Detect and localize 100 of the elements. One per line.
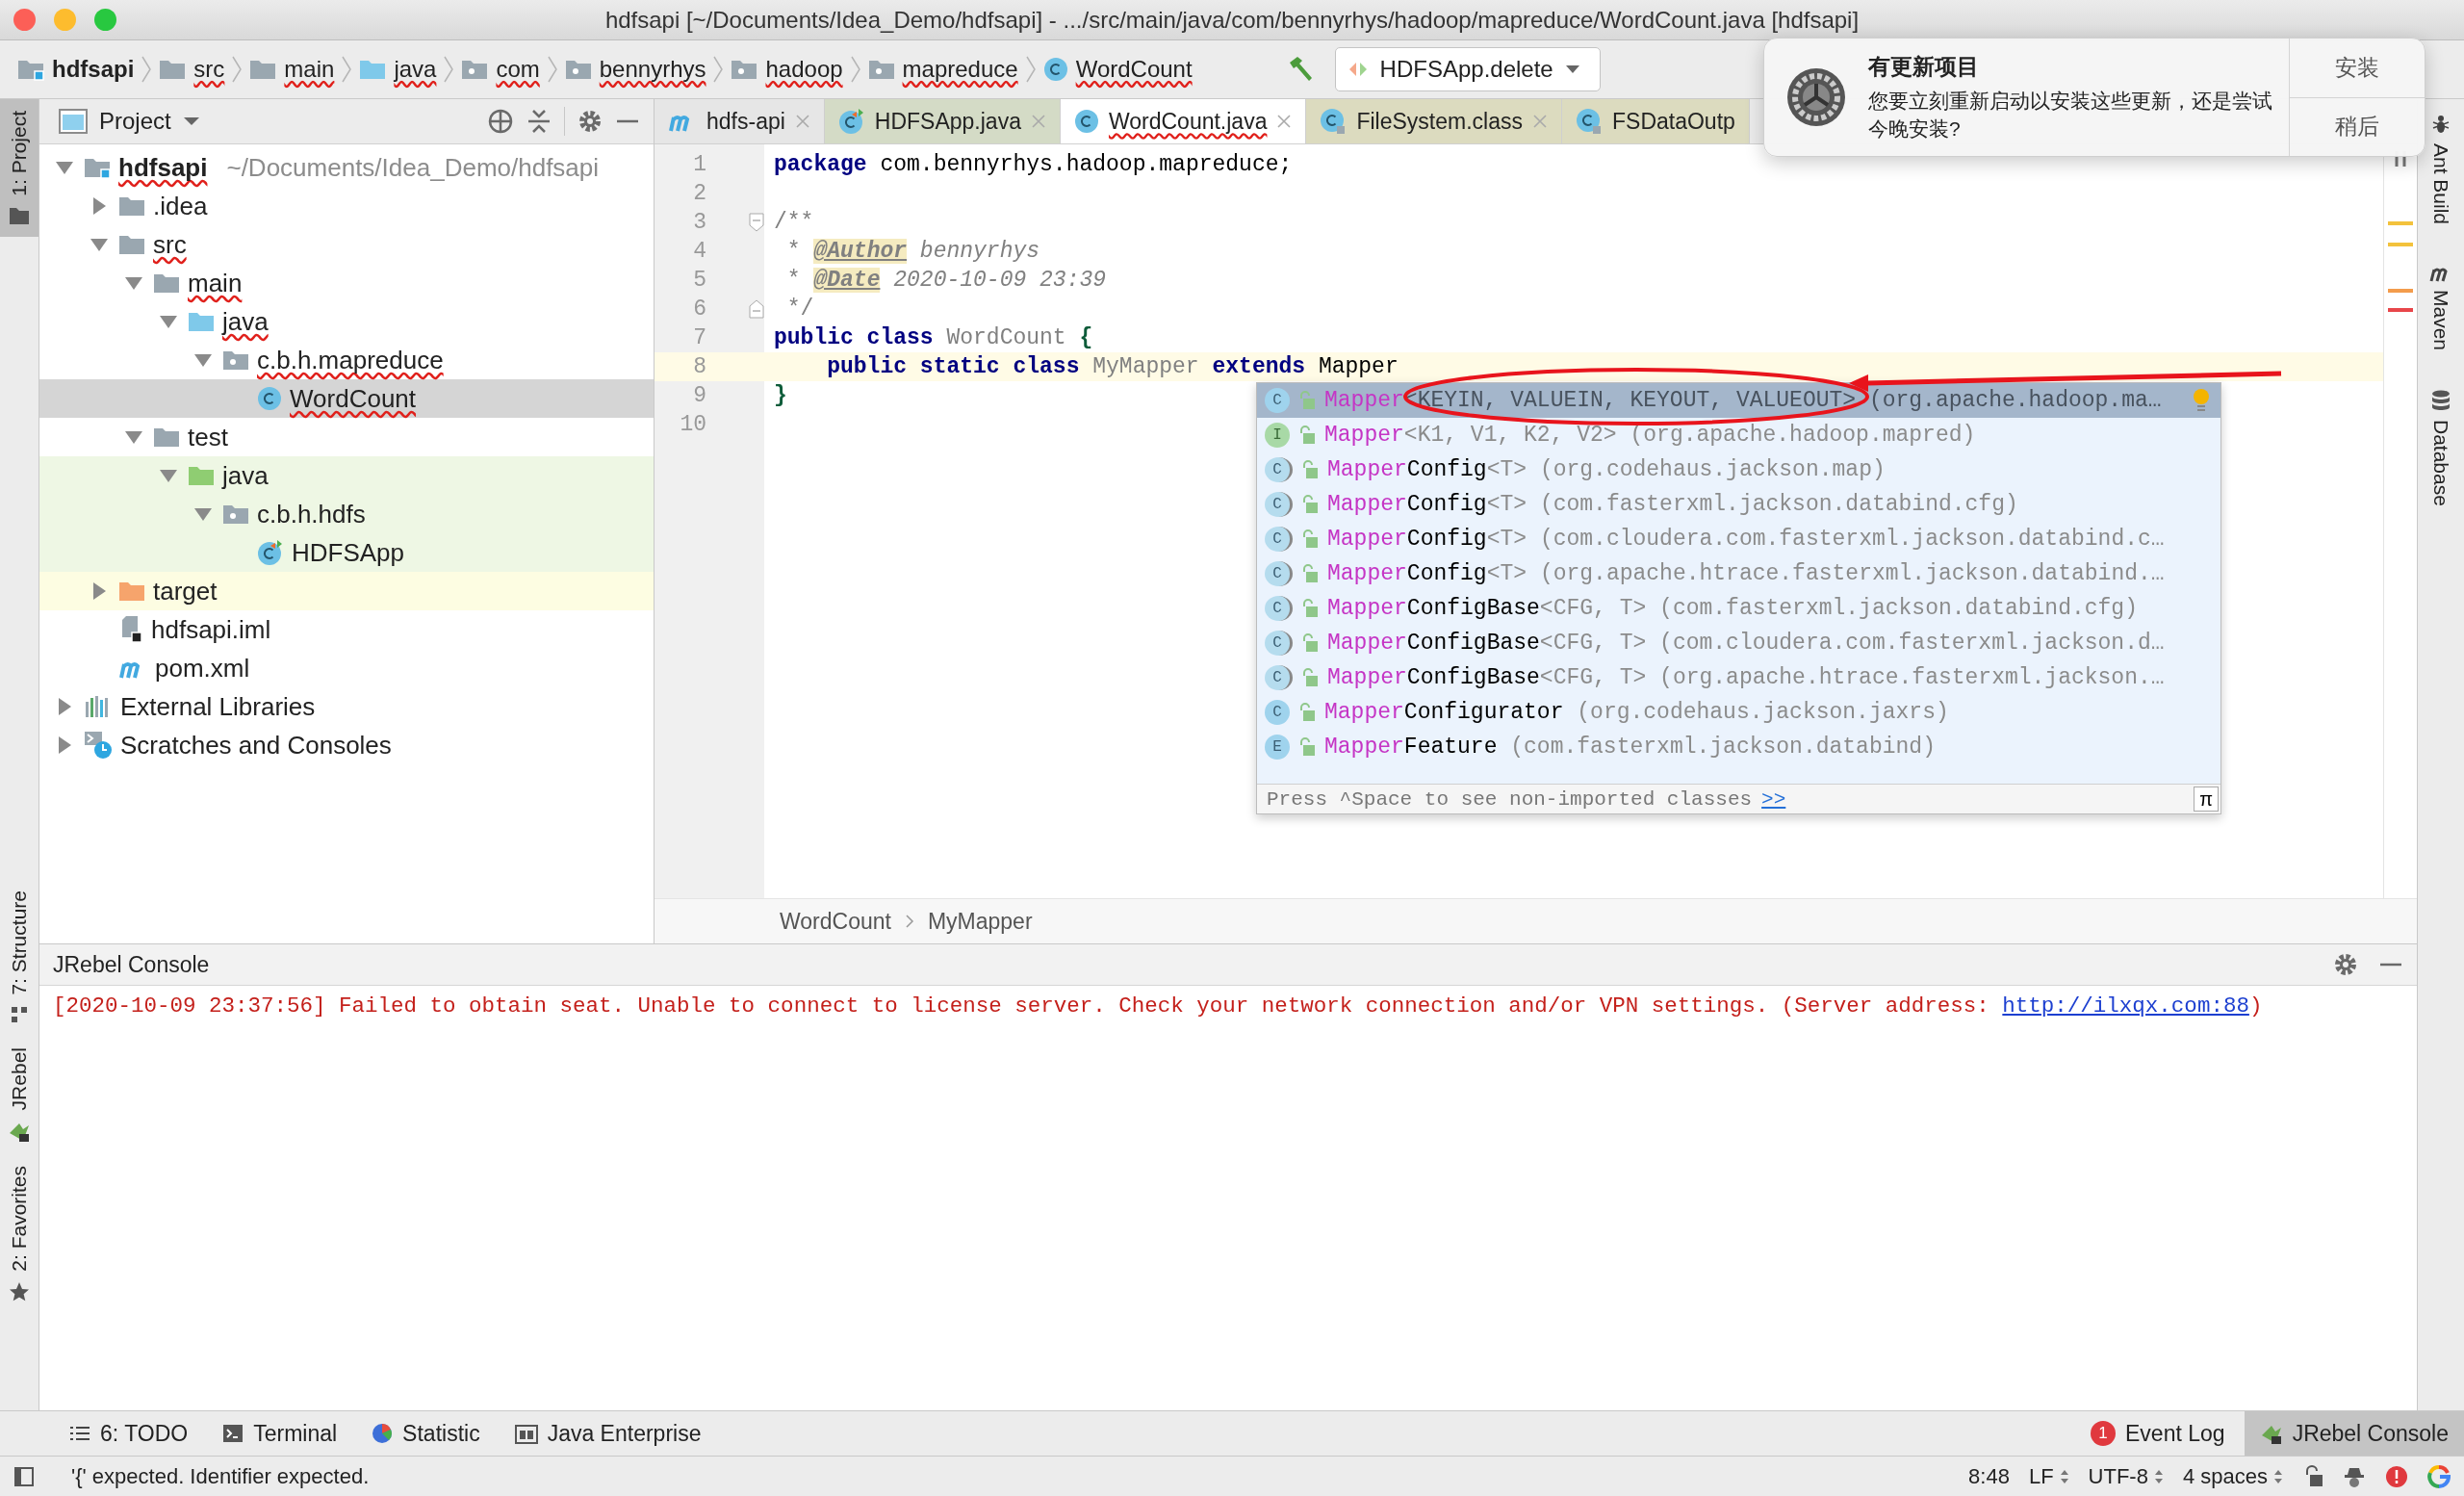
more-link[interactable]: >>	[1761, 787, 1786, 811]
suggestion-item[interactable]: C MapperConfigurator (org.codehaus.jackson.jaxrs)	[1257, 695, 2220, 730]
suggestion-item[interactable]: E MapperFeature (com.fasterxml.jackson.databind)	[1257, 730, 2220, 764]
tree-item[interactable]: HDFSApp	[39, 533, 654, 572]
lock-icon	[1297, 736, 1317, 758]
tree-item[interactable]: hdfsapi.iml	[39, 610, 654, 649]
breadcrumb-item[interactable]: WordCount	[1042, 56, 1193, 83]
tree-item[interactable]: WordCount	[39, 379, 654, 418]
run-configuration-dropdown[interactable]: HDFSApp.delete	[1334, 47, 1601, 91]
editor-tab[interactable]: FileSystem.class	[1306, 99, 1562, 143]
tool-tab[interactable]: Terminal	[207, 1411, 353, 1456]
code-line: * @Author bennyrhys	[785, 239, 1040, 264]
collapse-arrow-icon[interactable]	[193, 352, 213, 368]
breadcrumb-item[interactable]: main	[249, 56, 335, 83]
breadcrumb-item[interactable]: hdfsapi	[17, 56, 135, 83]
breadcrumb-item[interactable]: mapreduce	[867, 56, 1018, 83]
tool-window-button[interactable]: 7: Structure	[0, 879, 38, 1036]
tree-item[interactable]: java	[39, 456, 654, 495]
tree-item[interactable]: hdfsapi ~/Documents/Idea_Demo/hdfsapi	[39, 148, 654, 187]
tree-item[interactable]: c.b.h.mapreduce	[39, 341, 654, 379]
caret-icon[interactable]	[182, 116, 200, 126]
collapse-arrow-icon[interactable]	[159, 468, 178, 483]
notification-button[interactable]: 安装	[2290, 39, 2425, 97]
tree-item[interactable]: pom.xml	[39, 649, 654, 687]
suggestion-item[interactable]: I Mapper<K1, V1, K2, V2> (org.apache.hadoop.mapred)	[1257, 418, 2220, 452]
breadcrumb-item[interactable]: com	[461, 56, 540, 83]
expand-arrow-icon[interactable]	[57, 735, 72, 755]
layout-toggle-icon[interactable]	[13, 1465, 35, 1487]
lock-icon	[1300, 667, 1320, 688]
tool-window-button[interactable]: Database	[2429, 389, 2452, 506]
suggestion-item[interactable]: C MapperConfigBase<CFG, T> (org.apache.htrace.fasterxml.jackson.…	[1257, 660, 2220, 695]
suggestion-item[interactable]: C MapperConfigBase<CFG, T> (com.fasterxml.jackson.databind.cfg)	[1257, 591, 2220, 626]
status-item[interactable]: 4 spaces	[2182, 1463, 2283, 1489]
tree-item[interactable]: c.b.h.hdfs	[39, 495, 654, 533]
tree-item[interactable]: Scratches and Consoles	[39, 726, 654, 764]
tool-window-button[interactable]: JRebel	[0, 1035, 38, 1155]
collapse-arrow-icon[interactable]	[124, 429, 143, 445]
tool-window-button[interactable]: 2: Favorites	[0, 1154, 38, 1314]
settings-icon[interactable]	[2332, 951, 2359, 978]
editor-tab[interactable]: WordCount.java	[1060, 99, 1307, 143]
zoom-window-button[interactable]	[94, 9, 116, 31]
tool-window-button[interactable]: 1: Project	[0, 99, 38, 237]
fold-marker-icon[interactable]	[749, 213, 764, 232]
tool-tab[interactable]: 6: TODO	[54, 1411, 204, 1456]
collapse-arrow-icon[interactable]	[159, 314, 178, 329]
expand-arrow-icon[interactable]	[57, 697, 72, 716]
editor-tab[interactable]: hdfs-api	[654, 99, 825, 143]
error-icon[interactable]	[2385, 1464, 2408, 1488]
tool-tab[interactable]: Statistic	[356, 1411, 496, 1456]
tool-tab[interactable]: Java Enterprise	[499, 1411, 717, 1456]
status-item[interactable]: 8:48	[1968, 1463, 2010, 1489]
multicolor-ring-icon[interactable]	[2427, 1464, 2451, 1488]
tree-item[interactable]: src	[39, 225, 654, 264]
tree-item[interactable]: External Libraries	[39, 687, 654, 726]
notification-button[interactable]: 稍后	[2290, 96, 2425, 156]
tool-tab[interactable]: 1 Event Log	[2075, 1411, 2241, 1456]
collapse-arrow-icon[interactable]	[55, 160, 74, 175]
breadcrumb-item[interactable]: WordCount	[780, 908, 891, 935]
breadcrumb-item[interactable]: MyMapper	[927, 908, 1033, 935]
tool-tab[interactable]: JRebel Console	[2244, 1411, 2464, 1456]
suggestion-item[interactable]: C MapperConfig<T> (com.fasterxml.jackson.databind.cfg)	[1257, 487, 2220, 522]
breadcrumb-item[interactable]: hadoop	[731, 56, 843, 83]
breadcrumb-item[interactable]: java	[359, 56, 437, 83]
server-link[interactable]: http://ilxqx.com:88	[2002, 993, 2249, 1019]
tool-window-button[interactable]: Ant Build	[2429, 113, 2452, 225]
collapse-all-icon[interactable]	[526, 108, 552, 135]
suggestion-item[interactable]: C MapperConfigBase<CFG, T> (com.cloudera.com.fasterxml.jackson.d…	[1257, 626, 2220, 660]
close-icon[interactable]	[1276, 114, 1293, 129]
status-item[interactable]: LF	[2028, 1463, 2069, 1489]
panel-title-dropdown[interactable]: Project	[99, 108, 171, 135]
suggestion-item[interactable]: C MapperConfig<T> (org.codehaus.jackson.map)	[1257, 452, 2220, 487]
locate-icon[interactable]	[487, 108, 514, 135]
collapse-arrow-icon[interactable]	[193, 506, 213, 522]
status-item[interactable]: UTF-8	[2088, 1463, 2164, 1489]
collapse-arrow-icon[interactable]	[90, 237, 109, 252]
type-icon: C	[1265, 665, 1293, 690]
collapse-arrow-icon[interactable]	[124, 275, 143, 291]
expand-arrow-icon[interactable]	[91, 196, 107, 216]
expand-arrow-icon[interactable]	[91, 581, 107, 601]
close-window-button[interactable]	[13, 9, 36, 31]
fold-marker-icon[interactable]	[749, 299, 764, 319]
editor-tab[interactable]: FSDataOutp	[1562, 99, 1750, 143]
tree-item[interactable]: .idea	[39, 187, 654, 225]
tree-item[interactable]: target	[39, 572, 654, 610]
editor-tab[interactable]: HDFSApp.java	[824, 99, 1061, 143]
lightbulb-icon[interactable]	[2192, 388, 2211, 413]
suggestion-item[interactable]: C MapperConfig<T> (org.apache.htrace.fasterxml.jackson.databind.…	[1257, 556, 2220, 591]
tool-window-button[interactable]: Maven	[2429, 263, 2452, 351]
tree-item[interactable]: main	[39, 264, 654, 302]
breadcrumb-item[interactable]: bennyrhys	[564, 56, 706, 83]
tree-item[interactable]: java	[39, 302, 654, 341]
type-icon: C	[1265, 700, 1290, 725]
breadcrumb-item[interactable]: src	[159, 56, 225, 83]
pin-button[interactable]: π	[2194, 787, 2219, 812]
folder-icon	[249, 58, 277, 81]
close-icon[interactable]	[794, 114, 810, 129]
tree-item[interactable]: test	[39, 418, 654, 456]
settings-icon[interactable]	[577, 108, 603, 135]
line-number: 2	[692, 181, 706, 206]
suggestion-item[interactable]: C MapperConfig<T> (com.cloudera.com.fasterxml.jackson.databind.c…	[1257, 522, 2220, 556]
